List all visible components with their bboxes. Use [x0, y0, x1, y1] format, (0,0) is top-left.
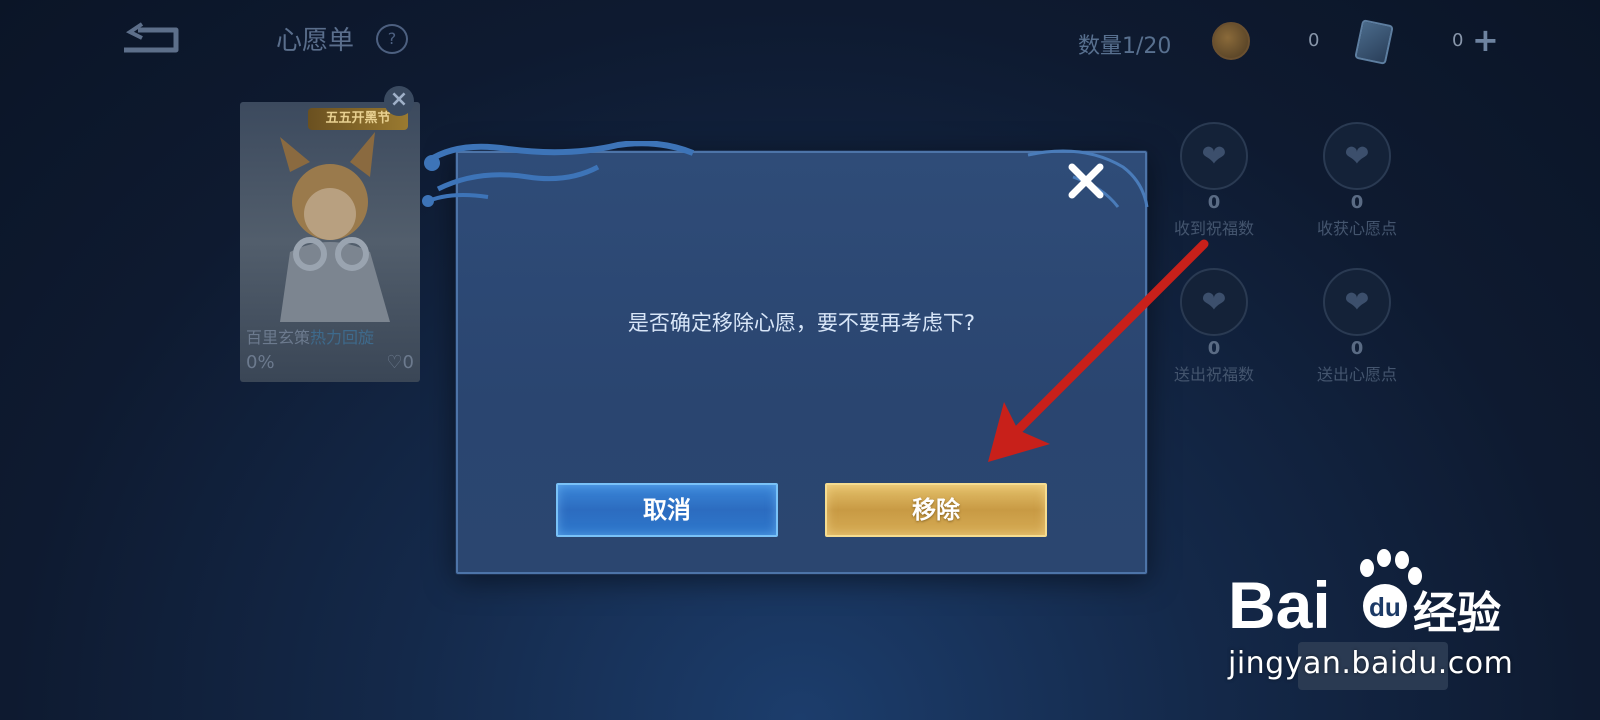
- coin-value: 0: [1308, 30, 1320, 51]
- hero-name-text: 百里玄策: [246, 328, 311, 347]
- baidu-watermark: Bai du 经验: [1228, 549, 1501, 642]
- dialog-message: 是否确定移除心愿，要不要再考虑下?: [627, 311, 976, 335]
- stat-label: 收获心愿点: [1316, 219, 1397, 238]
- close-icon[interactable]: [1066, 161, 1106, 201]
- stat-value: 0: [1207, 192, 1221, 213]
- wish-count: 数量1/20: [1078, 34, 1172, 59]
- heart-icon: ❤: [1323, 122, 1391, 190]
- back-icon[interactable]: [118, 22, 182, 56]
- stat-received-points: ❤ 0 收获心愿点: [1297, 122, 1417, 239]
- wish-likes: ♡0: [386, 352, 414, 373]
- coin-icon: [1212, 22, 1250, 60]
- wish-likes-value: 0: [402, 352, 414, 373]
- stat-label: 送出祝福数: [1173, 365, 1254, 384]
- stat-value: 0: [1207, 338, 1221, 359]
- close-icon[interactable]: ×: [384, 86, 414, 116]
- wish-progress: 0%: [246, 352, 275, 373]
- watermark-url: jingyan.baidu.com: [1228, 646, 1514, 681]
- confirm-remove-dialog: 是否确定移除心愿，要不要再考虑下? 取消 移除: [422, 141, 1149, 574]
- card-value: 0: [1452, 30, 1464, 51]
- heart-hand-icon: ❤: [1180, 268, 1248, 336]
- hero-portrait: [280, 132, 390, 322]
- heart-hand-icon: ❤: [1323, 268, 1391, 336]
- add-icon[interactable]: +: [1472, 22, 1499, 58]
- skin-name: 热力回旋: [310, 328, 375, 347]
- stat-label: 收到祝福数: [1173, 219, 1254, 238]
- hero-name: 百里玄策热力回旋: [246, 324, 374, 348]
- cancel-button[interactable]: 取消: [556, 483, 778, 537]
- heart-icon: ❤: [1180, 122, 1248, 190]
- card-icon: [1354, 19, 1394, 65]
- stat-sent-blessings: ❤ 0 送出祝福数: [1154, 268, 1274, 385]
- help-icon[interactable]: ?: [376, 24, 408, 54]
- wish-card[interactable]: 五五开黑节 百里玄策热力回旋 0% ♡0: [240, 102, 420, 382]
- cloud-ornament: [422, 141, 695, 207]
- stat-value: 0: [1350, 192, 1364, 213]
- remove-button[interactable]: 移除: [825, 483, 1047, 537]
- svg-text:du: du: [1369, 592, 1401, 622]
- stat-sent-points: ❤ 0 送出心愿点: [1297, 268, 1417, 385]
- svg-text:Bai: Bai: [1228, 568, 1331, 642]
- svg-text:经验: 经验: [1413, 588, 1501, 639]
- stat-received-blessings: ❤ 0 收到祝福数: [1154, 122, 1274, 239]
- stat-label: 送出心愿点: [1316, 365, 1397, 384]
- stat-value: 0: [1350, 338, 1364, 359]
- page-title: 心愿单: [276, 26, 355, 56]
